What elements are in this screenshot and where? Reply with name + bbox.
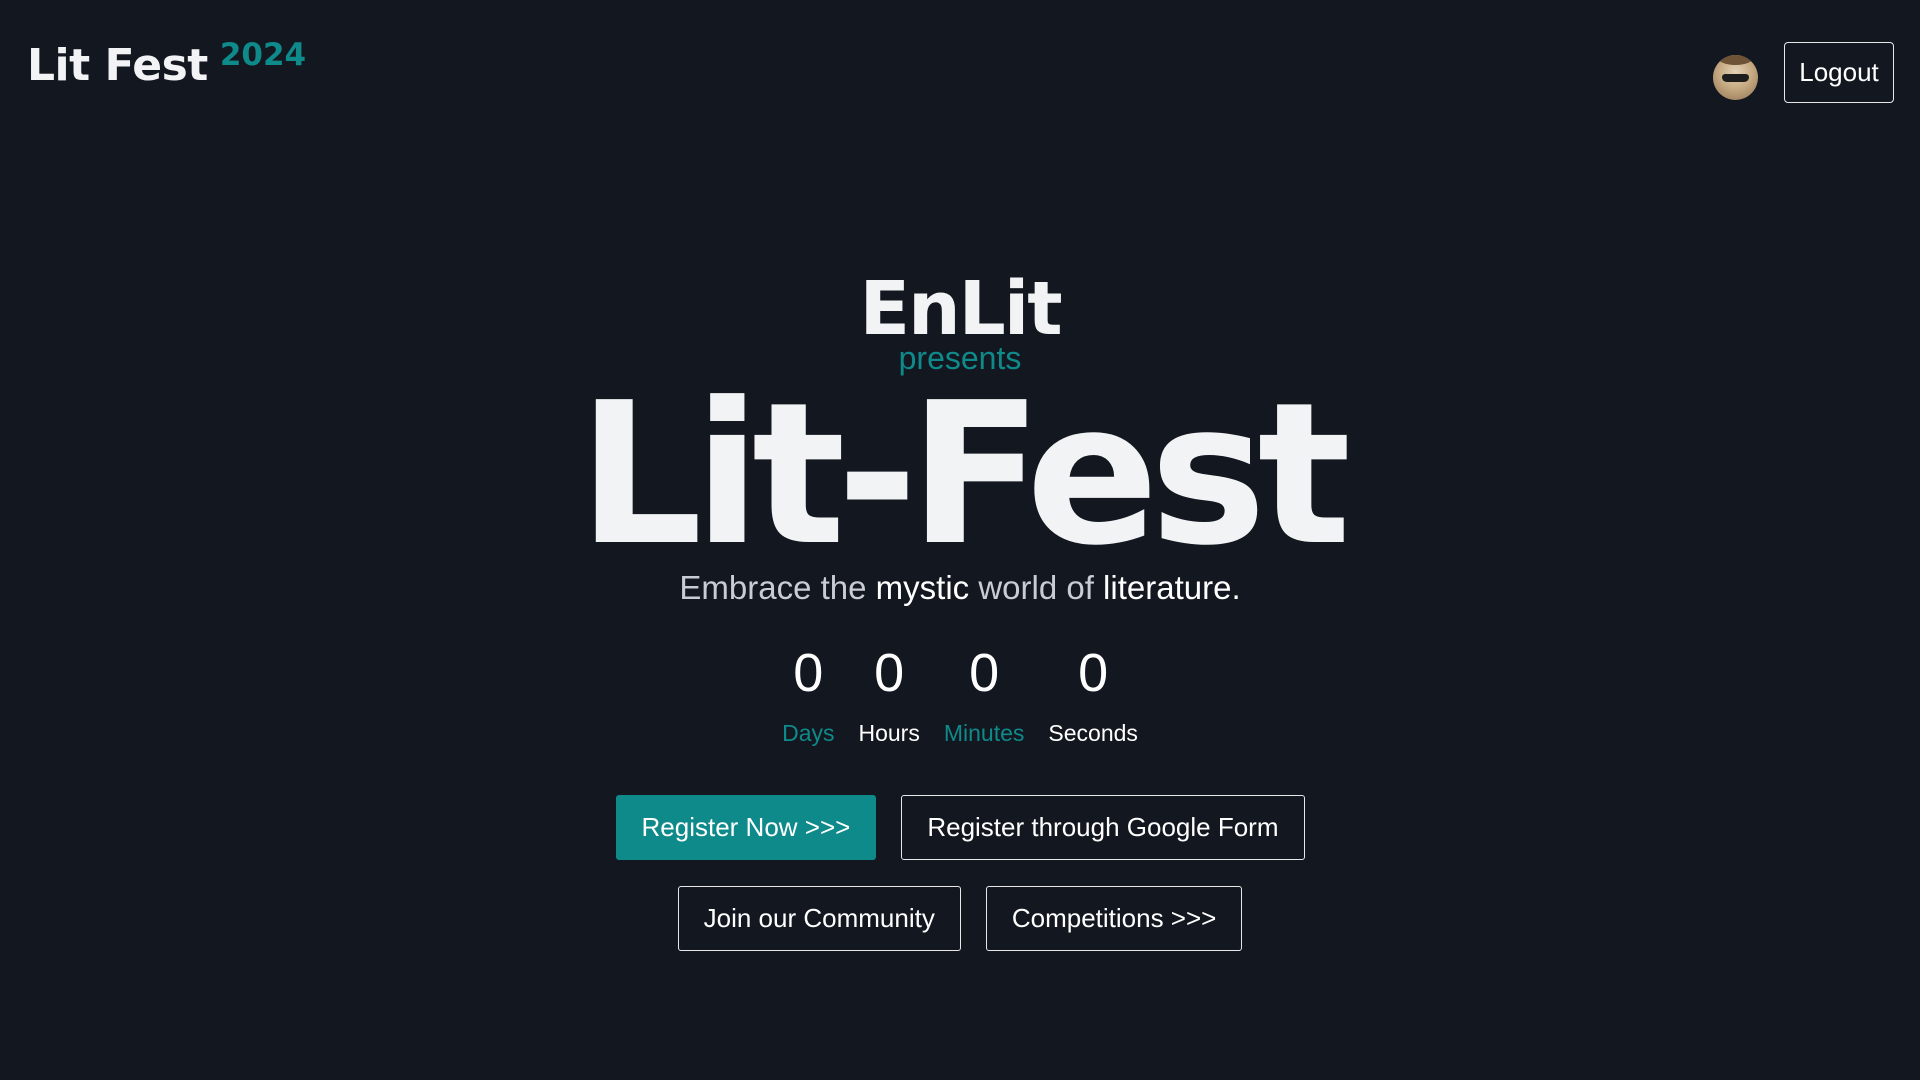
tagline-highlight-literature: literature xyxy=(1103,569,1232,606)
register-now-button[interactable]: Register Now >>> xyxy=(615,795,877,860)
site-logo[interactable]: Lit Fest 2024 xyxy=(27,38,306,94)
countdown-minutes-label: Minutes xyxy=(943,720,1025,746)
countdown-hours-value: 0 xyxy=(874,643,905,703)
brand-year: 2024 xyxy=(219,37,307,73)
primary-actions: Register Now >>> Register through Google… xyxy=(0,795,1920,860)
tagline-highlight-mystic: mystic xyxy=(875,569,970,606)
user-avatar[interactable] xyxy=(1713,55,1758,100)
landing-page: Lit Fest 2024 Logout EnLit presents Lit-… xyxy=(0,0,1920,1080)
countdown-minutes-value: 0 xyxy=(969,643,1000,703)
countdown-seconds-value: 0 xyxy=(1078,643,1109,703)
tagline-period: . xyxy=(1231,569,1241,606)
avatar-hair xyxy=(1717,55,1754,65)
join-community-button[interactable]: Join our Community xyxy=(677,886,961,951)
competitions-button[interactable]: Competitions >>> xyxy=(985,886,1243,951)
tagline-part-1: Embrace the xyxy=(679,569,876,606)
countdown-seconds-label: Seconds xyxy=(1048,720,1138,746)
countdown-days-value: 0 xyxy=(793,643,824,703)
countdown-timer: 0 Days 0 Hours 0 Minutes 0 Seconds xyxy=(0,640,1920,748)
brand-name: Lit Fest xyxy=(27,40,208,91)
countdown-days: 0 Days xyxy=(782,640,834,748)
countdown-hours-label: Hours xyxy=(858,720,920,746)
logout-button[interactable]: Logout xyxy=(1784,42,1894,103)
register-google-form-button[interactable]: Register through Google Form xyxy=(901,795,1305,860)
tagline-part-2: world of xyxy=(969,569,1104,606)
tagline: Embrace the mystic world of literature. xyxy=(0,566,1920,610)
countdown-minutes: 0 Minutes xyxy=(944,640,1025,748)
avatar-sunglasses xyxy=(1722,74,1749,82)
secondary-actions: Join our Community Competitions >>> xyxy=(0,886,1920,951)
countdown-seconds: 0 Seconds xyxy=(1048,640,1138,748)
countdown-days-label: Days xyxy=(782,720,835,746)
hero-title: Lit-Fest xyxy=(577,361,1351,589)
countdown-hours: 0 Hours xyxy=(858,640,919,748)
